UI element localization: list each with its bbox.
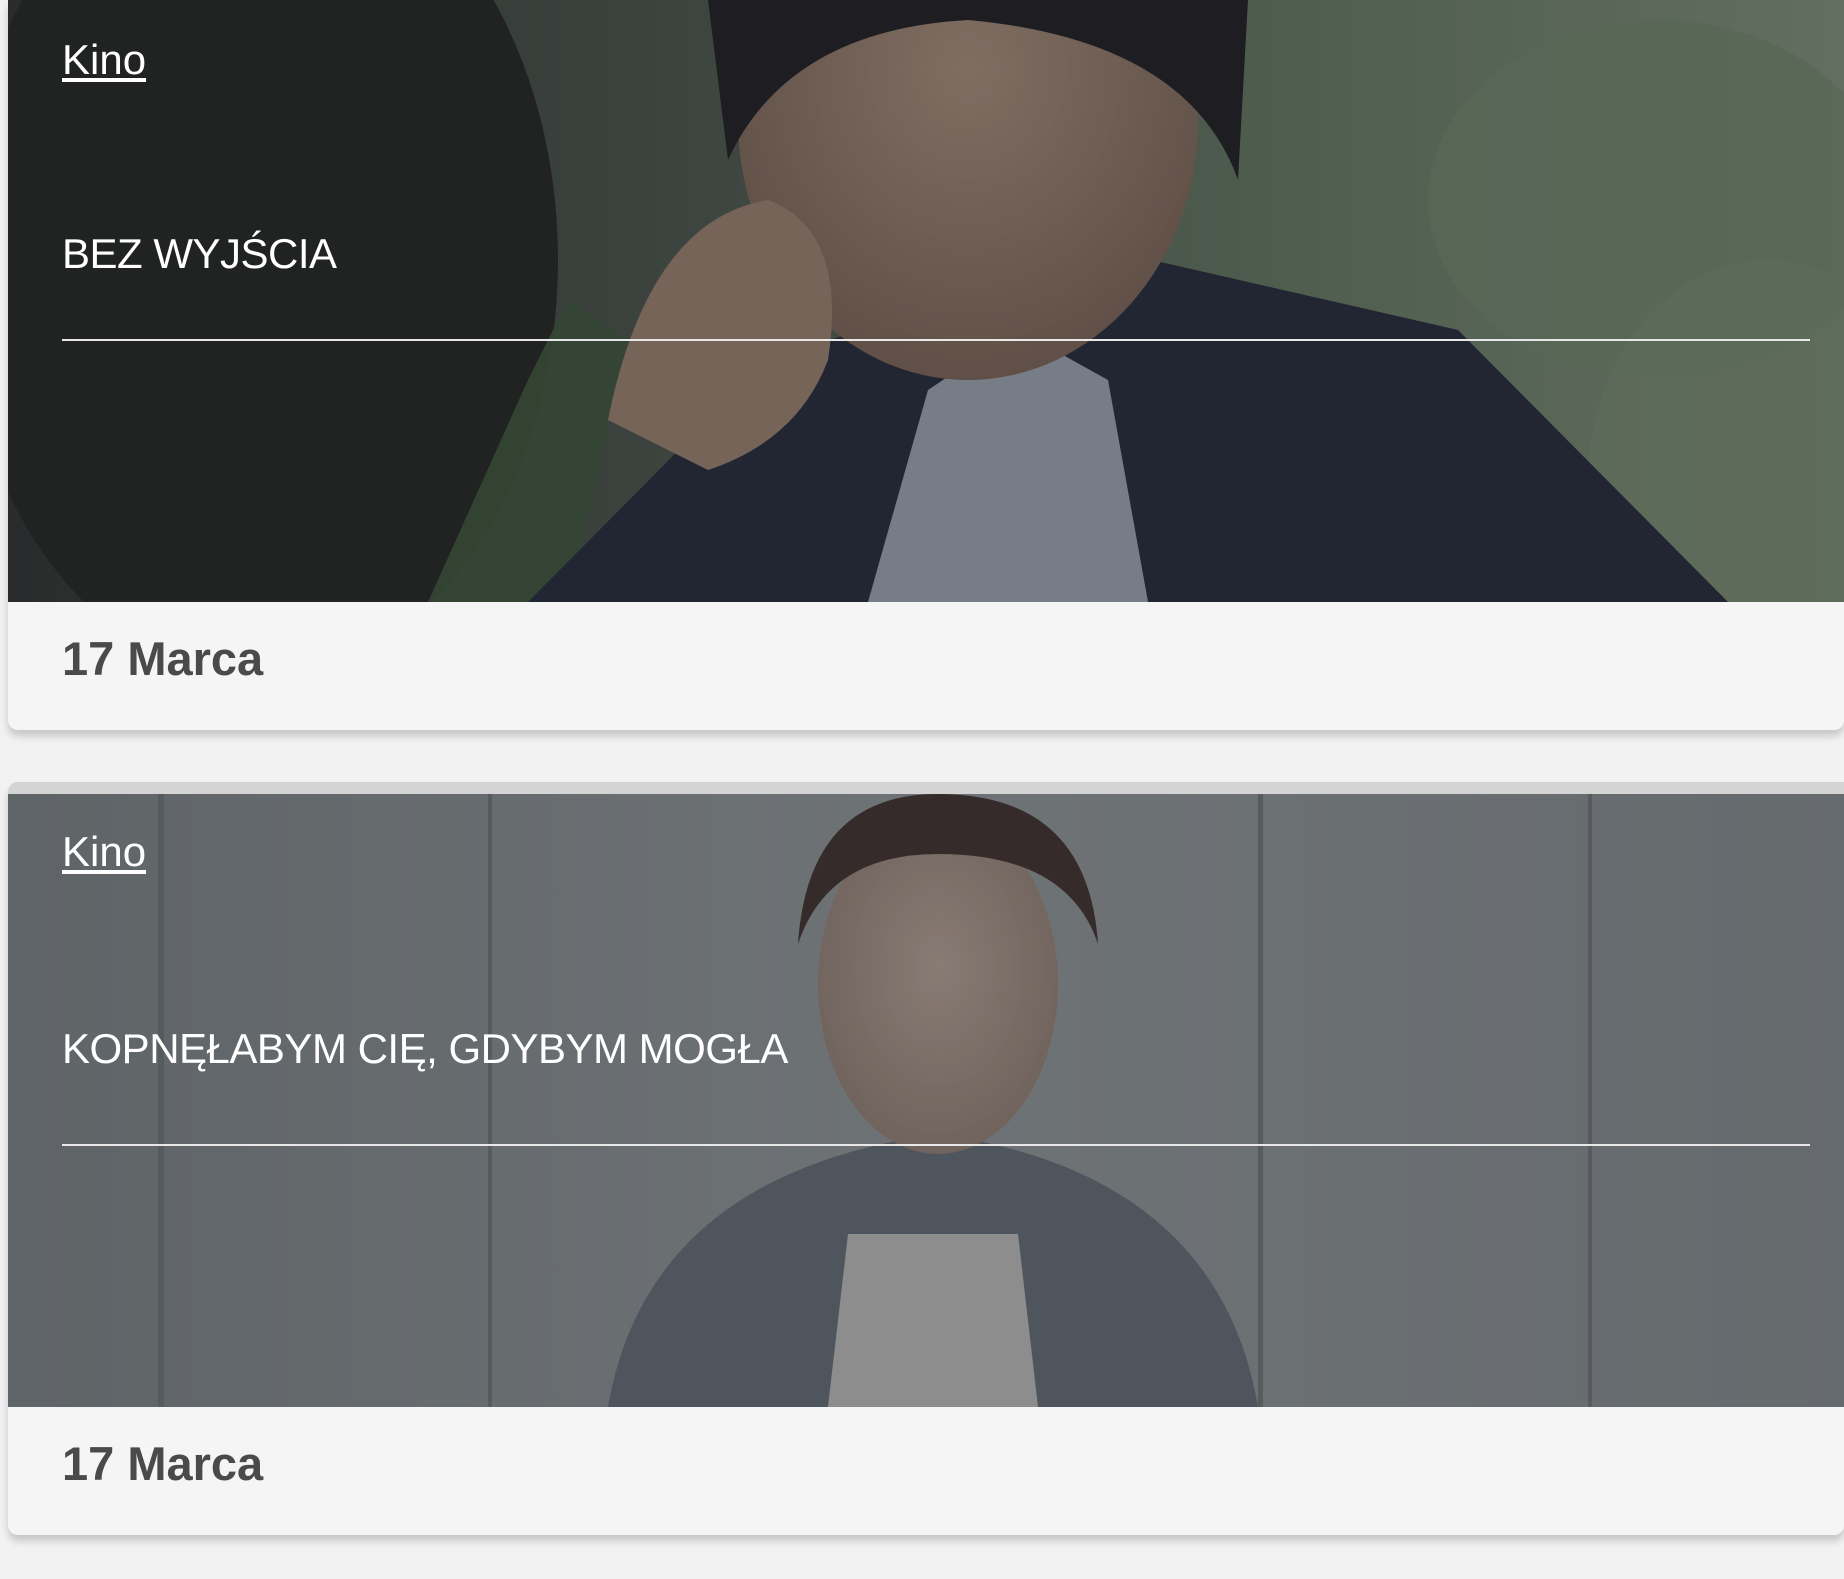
category-link[interactable]: Kino (62, 828, 146, 876)
article-title[interactable]: KOPNĘŁABYM CIĘ, GDYBYM MOGŁA (62, 1025, 788, 1073)
article-title[interactable]: BEZ WYJŚCIA (62, 230, 337, 278)
article-card[interactable]: Kino KOPNĘŁABYM CIĘ, GDYBYM MOGŁA 17 Mar… (8, 782, 1844, 1535)
article-hero-image[interactable]: Kino BEZ WYJŚCIA (8, 0, 1844, 602)
article-card[interactable]: Kino BEZ WYJŚCIA 17 Marca (8, 0, 1844, 730)
article-hero-image[interactable]: Kino KOPNĘŁABYM CIĘ, GDYBYM MOGŁA (8, 794, 1844, 1407)
article-date: 17 Marca (62, 631, 264, 685)
image-overlay (8, 794, 1844, 1407)
title-divider (62, 1144, 1810, 1146)
article-date: 17 Marca (62, 1436, 264, 1490)
article-footer: 17 Marca (8, 1407, 1844, 1535)
article-feed: Kino BEZ WYJŚCIA 17 Marca Kino KOPNĘŁABY… (8, 0, 1844, 1535)
article-footer: 17 Marca (8, 602, 1844, 730)
title-divider (62, 339, 1810, 341)
image-overlay (8, 0, 1844, 602)
category-link[interactable]: Kino (62, 36, 146, 84)
